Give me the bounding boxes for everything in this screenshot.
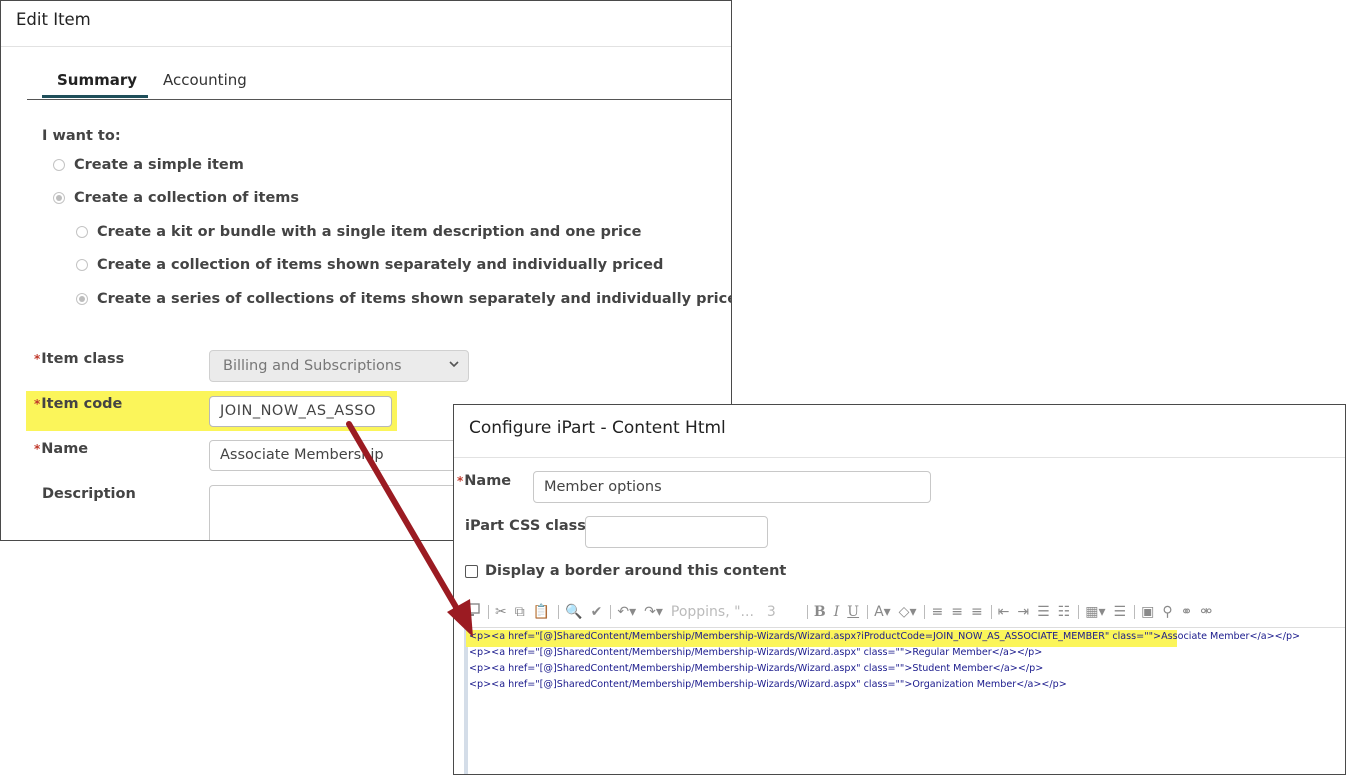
editor-toolbar: ✂ ⧉ 📋 🔍 ✔ ↶▾ ↷▾ Poppins, "... 3 B I U A▾… [464,601,1345,623]
outdent-icon[interactable]: ⇤ [998,604,1010,620]
option-series-collections[interactable]: Create a series of collections of items … [76,291,732,307]
radio-button[interactable] [76,293,88,305]
name-input[interactable]: Associate Membership [209,440,479,471]
link-icon[interactable]: ⚭ [1181,604,1193,620]
option-label: Create a simple item [74,157,244,173]
toolbar-separator [1134,605,1136,619]
bold-icon[interactable]: B [814,604,826,620]
item-class-select[interactable]: Billing and Subscriptions [209,350,469,382]
chevron-down-icon [449,358,459,371]
align-right-icon[interactable]: ≡ [971,604,983,620]
paste-icon[interactable]: 📋 [533,604,550,620]
toolbar-separator [990,605,992,619]
option-kit-bundle[interactable]: Create a kit or bundle with a single ite… [76,224,641,240]
radio-button[interactable] [76,259,88,271]
option-label: Create a collection of items [74,190,300,206]
option-collection[interactable]: Create a collection of items [53,190,299,206]
code-line: <p><a href="[@]SharedContent/Membership/… [469,631,1301,642]
name-label: *Name [34,441,89,457]
align-center-icon[interactable]: ≡ [951,604,963,620]
tab-summary[interactable]: Summary [57,71,137,89]
option-label: Create a kit or bundle with a single ite… [97,224,642,240]
required-marker: * [34,352,41,366]
tab-accounting[interactable]: Accounting [163,71,247,89]
ipart-css-class-input[interactable] [585,516,768,548]
toolbar-separator [488,605,489,619]
code-line: <p><a href="[@]SharedContent/Membership/… [469,647,1043,658]
border-checkbox-label: Display a border around this content [485,563,787,579]
radio-button[interactable] [76,226,88,238]
font-color-icon[interactable]: A▾ [874,604,891,620]
description-textarea[interactable] [209,485,479,540]
highlight-color-icon[interactable]: ◇▾ [899,604,917,620]
table-icon[interactable]: ▦▾ [1085,604,1105,620]
item-class-label: *Item class [34,351,125,367]
font-family-select[interactable]: Poppins, "... [671,604,761,620]
code-line: <p><a href="[@]SharedContent/Membership/… [469,679,1067,690]
italic-icon[interactable]: I [834,604,840,620]
spellcheck-icon[interactable]: ✔ [591,604,603,620]
option-separately-priced[interactable]: Create a collection of items shown separ… [76,257,663,273]
required-marker: * [457,474,464,488]
unlink-icon[interactable]: ⚮ [1200,604,1212,620]
toolbar-separator [924,605,926,619]
underline-icon[interactable]: U [847,604,859,620]
undo-icon[interactable]: ↶▾ [617,604,636,620]
radio-button[interactable] [53,192,65,204]
radio-button[interactable] [53,159,65,171]
find-icon[interactable]: 🔍 [565,604,582,620]
insert-link-icon[interactable]: ⚲ [1162,604,1172,620]
required-marker: * [34,442,41,456]
edit-item-title: Edit Item [16,10,91,29]
description-label: Description [42,486,136,502]
option-label: Create a series of collections of items … [97,291,732,307]
image-icon[interactable]: ▣ [1141,604,1154,620]
toolbar-separator [1078,605,1080,619]
numbered-list-icon[interactable]: ☰ [1037,604,1050,620]
border-checkbox[interactable] [465,565,478,578]
title-divider [454,457,1345,458]
item-class-value: Billing and Subscriptions [223,358,402,374]
indent-icon[interactable]: ⇥ [1017,604,1029,620]
horizontal-rule-icon[interactable]: ☰ [1114,604,1127,620]
option-simple-item[interactable]: Create a simple item [53,157,244,173]
active-tab-indicator [42,95,148,98]
i-want-to-label: I want to: [42,128,121,144]
ipart-name-input[interactable]: Member options [533,471,931,503]
configure-ipart-panel: Configure iPart - Content Html *Name Mem… [453,404,1346,775]
item-code-label: *Item code [34,396,123,412]
ipart-title: Configure iPart - Content Html [469,418,726,438]
font-size-select[interactable]: 3 [767,604,801,620]
item-code-input[interactable]: JOIN_NOW_AS_ASSO [209,396,392,427]
toolbar-separator [610,605,612,619]
design-view-icon[interactable] [464,603,480,621]
toolbar-separator [558,605,560,619]
tabs-divider [27,99,731,100]
cut-icon[interactable]: ✂ [495,604,507,620]
title-divider [1,46,731,47]
toolbar-separator [867,605,869,619]
required-marker: * [34,397,41,411]
align-left-icon[interactable]: ≡ [931,604,943,620]
bullet-list-icon[interactable]: ☷ [1058,604,1071,620]
ipart-name-label: *Name [457,473,512,489]
option-label: Create a collection of items shown separ… [97,257,664,273]
copy-icon[interactable]: ⧉ [515,604,525,620]
redo-icon[interactable]: ↷▾ [644,604,663,620]
ipart-css-class-label: iPart CSS class [465,518,586,534]
toolbar-separator [806,605,808,619]
code-line: <p><a href="[@]SharedContent/Membership/… [469,663,1044,674]
